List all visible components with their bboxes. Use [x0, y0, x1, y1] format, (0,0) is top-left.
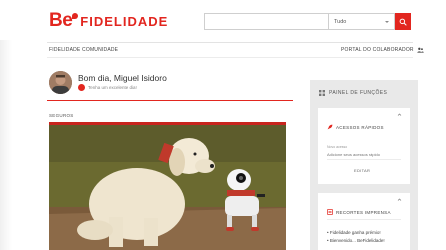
greeting-divider	[47, 100, 293, 101]
press-item[interactable]: • Fidelidade ganha prémio!	[327, 230, 381, 235]
press-divider	[327, 219, 401, 220]
mood-status[interactable]: Tenha um excelente dia!	[78, 84, 137, 91]
mood-icon	[78, 84, 85, 91]
logo-fidelidade-text: FIDELIDADE	[80, 13, 169, 29]
chevron-up-icon[interactable]	[397, 112, 402, 117]
chevron-down-icon	[385, 20, 389, 23]
press-title: RECORTES IMPRENSA	[336, 209, 391, 215]
quick-access-title: ACESSOS RÁPIDOS	[336, 124, 384, 130]
new-access-input[interactable]	[327, 151, 397, 157]
chevron-up-icon[interactable]	[397, 197, 402, 202]
side-panel-title: PAINEL DE FUNÇÕES	[319, 90, 387, 96]
logo-be-text: Be	[49, 10, 73, 31]
image-accent-bar	[49, 122, 286, 125]
featured-image[interactable]	[49, 122, 286, 250]
search-button[interactable]	[395, 13, 411, 30]
rocket-icon	[327, 124, 333, 130]
nav-comunidade-link[interactable]: FIDELIDADE COMUNIDADE	[49, 47, 118, 53]
be-fidelidade-logo[interactable]: Be FIDELIDADE	[49, 10, 169, 31]
nav-portal-label: PORTAL DO COLABORADOR	[341, 47, 414, 53]
quick-access-header: ACESSOS RÁPIDOS	[327, 124, 384, 130]
section-label: SEGUROS	[49, 113, 74, 118]
avatar-photo	[49, 71, 72, 94]
side-panel-title-text: PAINEL DE FUNÇÕES	[329, 90, 388, 96]
search-input[interactable]	[204, 13, 328, 30]
search-bar: Tudo	[204, 13, 411, 30]
avatar[interactable]	[49, 71, 72, 94]
page: Be FIDELIDADE Tudo FIDELIDADE COMUNIDADE…	[0, 0, 446, 250]
press-item[interactable]: • Bienvenido... BeFidelidade!	[327, 238, 385, 243]
newspaper-icon	[327, 209, 333, 215]
users-icon	[417, 47, 424, 53]
search-filter-value: Tudo	[334, 18, 347, 25]
header-divider	[47, 42, 413, 43]
grid-icon	[319, 90, 325, 96]
edit-button[interactable]: EDITAR	[354, 168, 370, 173]
press-header: RECORTES IMPRENSA	[327, 209, 391, 215]
dog-and-robot-dog-image	[49, 122, 286, 250]
new-access-underline	[327, 159, 401, 160]
nav-portal-link[interactable]: PORTAL DO COLABORADOR	[341, 47, 424, 53]
nav-divider	[47, 57, 413, 58]
mood-text: Tenha um excelente dia!	[88, 85, 137, 90]
search-filter-select[interactable]: Tudo	[328, 13, 395, 30]
search-icon	[399, 18, 407, 26]
greeting-title: Bom dia, Miguel Isidoro	[78, 73, 167, 83]
logo-apostrophe-icon	[72, 13, 79, 19]
new-access-label: Novo acesso	[327, 145, 348, 149]
